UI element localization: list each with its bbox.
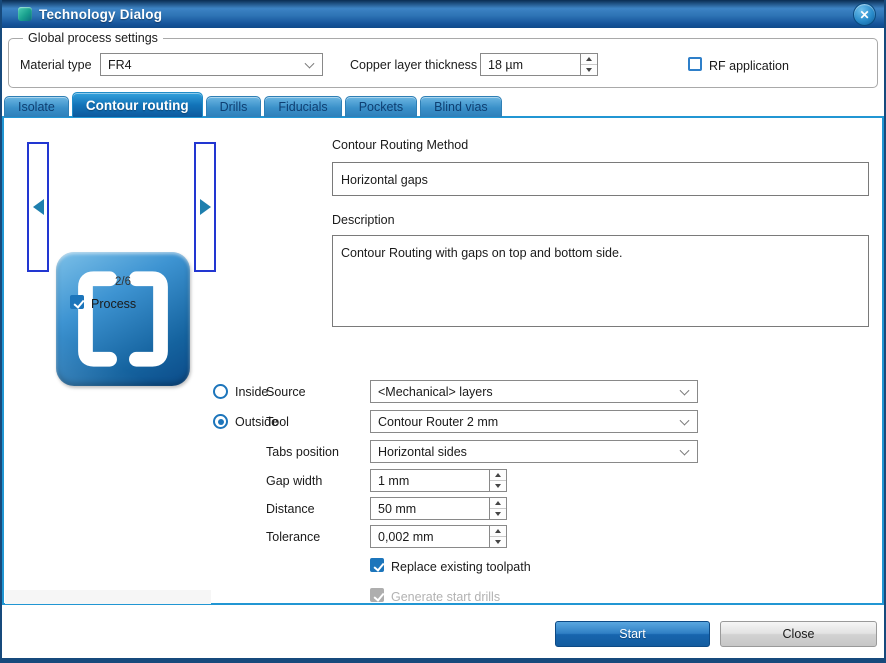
distance-spinner [489, 498, 506, 519]
start-button-label: Start [619, 627, 645, 641]
chevron-down-icon [680, 445, 690, 455]
tab-blind-vias[interactable]: Blind vias [420, 96, 502, 117]
title-bar[interactable]: Technology Dialog ✕ [0, 0, 886, 28]
close-glyph: ✕ [859, 8, 869, 22]
source-value: <Mechanical> layers [378, 385, 493, 399]
prev-method-button[interactable] [27, 142, 49, 272]
spin-down-icon[interactable] [581, 64, 597, 75]
method-label: Contour Routing Method [332, 138, 468, 152]
copper-thickness-spinner [580, 54, 597, 75]
tab-contour-routing[interactable]: Contour routing [72, 92, 203, 117]
tab-label: Isolate [18, 100, 55, 114]
tool-value: Contour Router 2 mm [378, 415, 498, 429]
generate-start-drills-label: Generate start drills [391, 590, 500, 604]
distance-label: Distance [266, 502, 315, 516]
window-border-left [0, 0, 2, 663]
tolerance-value: 0,002 mm [378, 530, 434, 544]
close-button[interactable]: Close [720, 621, 877, 647]
material-type-value: FR4 [108, 58, 132, 72]
bottom-panel-strip [5, 590, 211, 604]
spin-up-icon[interactable] [490, 470, 506, 480]
tabs-position-select[interactable]: Horizontal sides [370, 440, 698, 463]
spin-down-icon[interactable] [490, 508, 506, 519]
tolerance-label: Tolerance [266, 530, 320, 544]
replace-toolpath-checkbox[interactable] [370, 558, 384, 572]
gap-width-input[interactable]: 1 mm [370, 469, 507, 492]
tab-label: Contour routing [86, 98, 189, 113]
next-method-button[interactable] [194, 142, 216, 272]
copper-thickness-input[interactable]: 18 µm [480, 53, 598, 76]
tool-label: Tool [266, 415, 289, 429]
spin-down-icon[interactable] [490, 480, 506, 491]
tabs-position-value: Horizontal sides [378, 445, 467, 459]
material-type-label: Material type [20, 58, 92, 72]
source-select[interactable]: <Mechanical> layers [370, 380, 698, 403]
tab-strip: Isolate Contour routing Drills Fiducials… [4, 92, 502, 117]
spin-up-icon[interactable] [490, 526, 506, 536]
description-value-box: Contour Routing with gaps on top and bot… [332, 235, 869, 327]
start-button[interactable]: Start [555, 621, 710, 647]
technology-dialog-window: Technology Dialog ✕ Global process setti… [0, 0, 886, 663]
spin-down-icon[interactable] [490, 536, 506, 547]
material-type-select[interactable]: FR4 [100, 53, 323, 76]
tab-label: Blind vias [434, 100, 488, 114]
copper-thickness-label: Copper layer thickness [350, 58, 477, 72]
generate-start-drills-checkbox [370, 588, 384, 602]
contour-routing-panel: 2/6 Process Contour Routing Method Horiz… [2, 116, 884, 605]
method-value: Horizontal gaps [341, 173, 428, 187]
tab-drills[interactable]: Drills [206, 96, 262, 117]
description-value: Contour Routing with gaps on top and bot… [341, 246, 622, 260]
chevron-down-icon [305, 58, 315, 68]
close-button-label: Close [783, 627, 815, 641]
arrow-left-icon [33, 199, 44, 215]
process-label: Process [91, 297, 136, 311]
tool-select[interactable]: Contour Router 2 mm [370, 410, 698, 433]
tab-label: Fiducials [278, 100, 327, 114]
tab-fiducials[interactable]: Fiducials [264, 96, 341, 117]
process-checkbox[interactable] [70, 295, 84, 309]
window-title: Technology Dialog [39, 7, 162, 22]
inside-label: Inside [235, 385, 268, 399]
close-icon[interactable]: ✕ [853, 3, 876, 26]
spin-up-icon[interactable] [490, 498, 506, 508]
rf-application-label: RF application [709, 59, 789, 73]
inside-radio[interactable] [213, 384, 228, 399]
method-value-box: Horizontal gaps [332, 162, 869, 196]
description-label: Description [332, 213, 395, 227]
distance-input[interactable]: 50 mm [370, 497, 507, 520]
rf-application-checkbox[interactable] [688, 57, 702, 71]
window-border-bottom [0, 658, 886, 663]
contour-method-image [56, 252, 190, 386]
tab-label: Drills [220, 100, 248, 114]
gap-width-spinner [489, 470, 506, 491]
chevron-down-icon [680, 385, 690, 395]
app-icon [18, 7, 32, 21]
tab-pockets[interactable]: Pockets [345, 96, 417, 117]
copper-thickness-value: 18 µm [488, 58, 523, 72]
gap-width-label: Gap width [266, 474, 322, 488]
spin-up-icon[interactable] [581, 54, 597, 64]
gap-width-value: 1 mm [378, 474, 409, 488]
arrow-right-icon [200, 199, 211, 215]
tabs-position-label: Tabs position [266, 445, 339, 459]
source-label: Source [266, 385, 306, 399]
outside-radio[interactable] [213, 414, 228, 429]
tab-isolate[interactable]: Isolate [4, 96, 69, 117]
tolerance-input[interactable]: 0,002 mm [370, 525, 507, 548]
distance-value: 50 mm [378, 502, 416, 516]
chevron-down-icon [680, 415, 690, 425]
tolerance-spinner [489, 526, 506, 547]
image-counter: 2/6 [56, 276, 190, 288]
group-legend: Global process settings [23, 31, 163, 45]
tab-label: Pockets [359, 100, 403, 114]
replace-toolpath-label: Replace existing toolpath [391, 560, 531, 574]
